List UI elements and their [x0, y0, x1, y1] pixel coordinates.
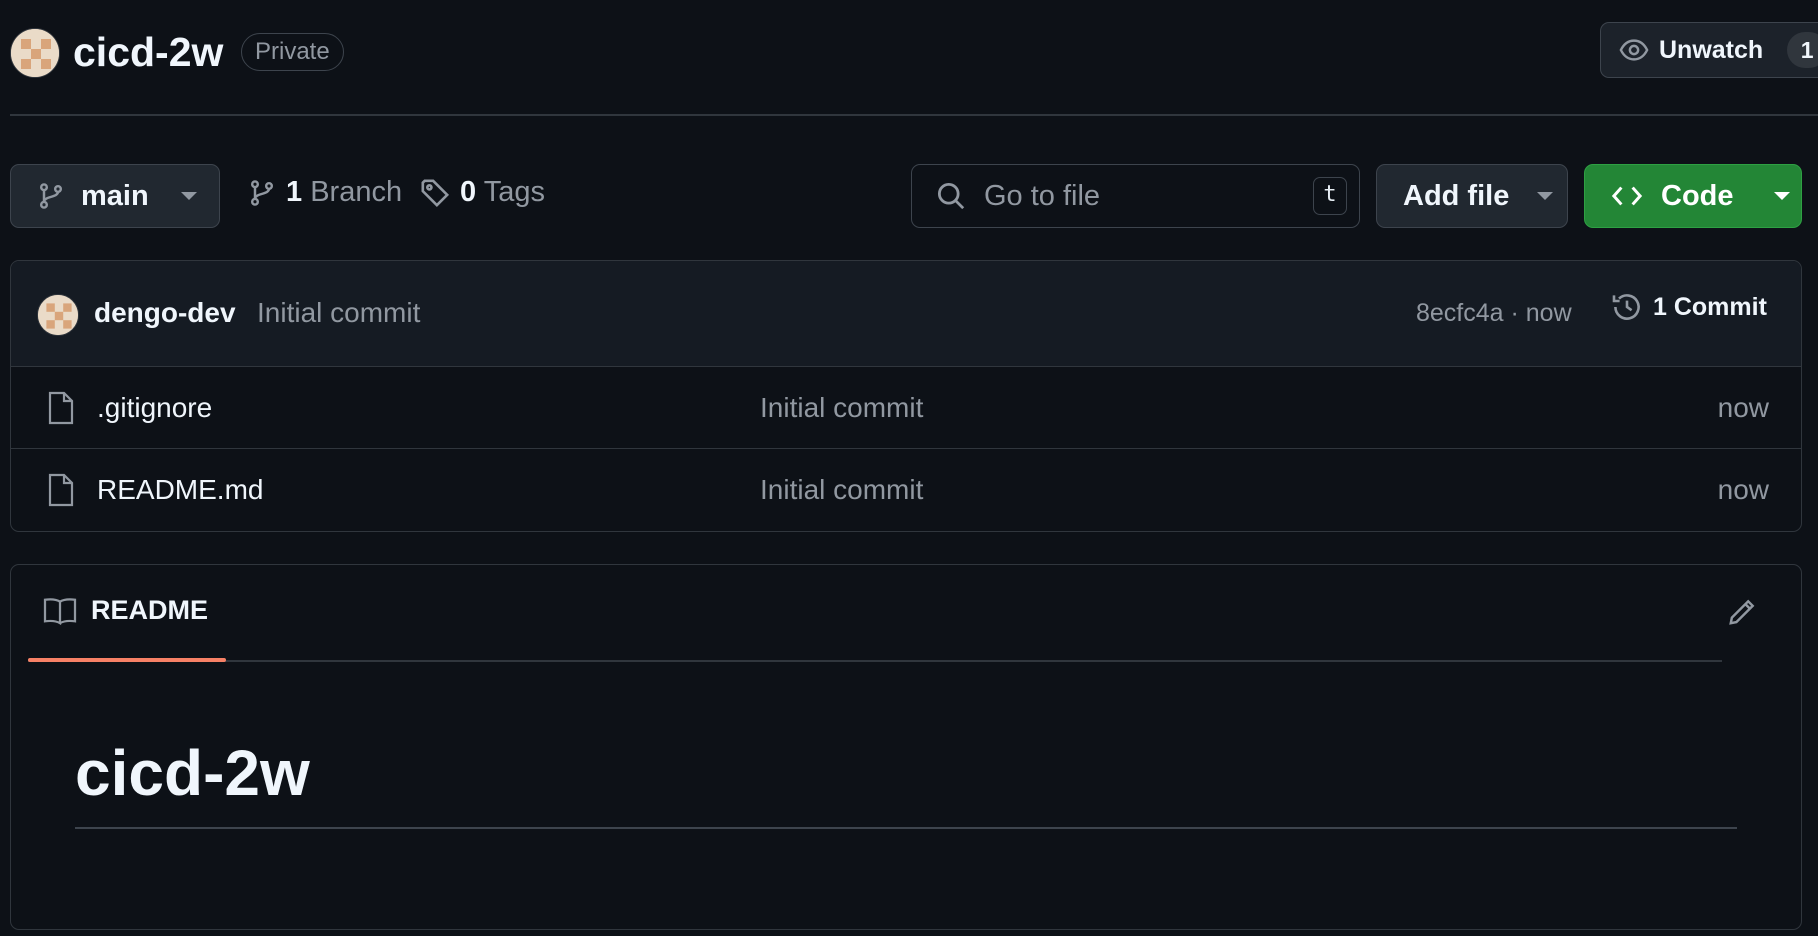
- file-age: now: [1717, 391, 1769, 423]
- unwatch-label: Unwatch: [1659, 35, 1764, 64]
- chevron-down-icon: [180, 192, 197, 200]
- commit-count-label: 1 Commit: [1653, 292, 1767, 321]
- readme-panel: README cicd-2w: [10, 564, 1802, 930]
- readme-tab[interactable]: README: [43, 595, 208, 626]
- tab-divider: [28, 660, 1722, 662]
- file-age: now: [1717, 474, 1769, 505]
- add-file-label: Add file: [1403, 179, 1510, 212]
- code-label: Code: [1661, 179, 1734, 212]
- code-button[interactable]: Code: [1584, 164, 1802, 228]
- pencil-icon[interactable]: [1727, 597, 1757, 627]
- file-name[interactable]: .gitignore: [97, 392, 212, 424]
- branch-selector-button[interactable]: main: [10, 164, 220, 228]
- add-file-button[interactable]: Add file: [1376, 164, 1568, 228]
- file-commit-message[interactable]: Initial commit: [760, 392, 923, 424]
- unwatch-button[interactable]: Unwatch 1: [1600, 22, 1818, 78]
- book-icon: [43, 596, 77, 626]
- file-icon: [47, 473, 75, 507]
- commit-history-link[interactable]: 1 Commit: [1611, 291, 1767, 323]
- identicon: [11, 29, 59, 77]
- chevron-down-icon: [1537, 192, 1554, 200]
- commit-author[interactable]: dengo-dev: [94, 297, 236, 329]
- watch-count: 1: [1787, 32, 1818, 68]
- visibility-badge: Private: [241, 33, 344, 71]
- heading-rule: [75, 827, 1737, 829]
- branch-word: Branch: [310, 176, 403, 208]
- commit-message[interactable]: Initial commit: [257, 297, 420, 329]
- tag-icon: [420, 178, 450, 208]
- commit-author-avatar[interactable]: [37, 294, 79, 336]
- tags-link[interactable]: 0 Tags: [420, 176, 545, 209]
- file-name[interactable]: README.md: [97, 474, 263, 506]
- header-divider: [10, 114, 1818, 116]
- identicon: [38, 295, 78, 335]
- owner-avatar[interactable]: [10, 28, 60, 78]
- file-commit-message[interactable]: Initial commit: [760, 474, 923, 506]
- latest-commit-bar: dengo-dev Initial commit 8ecfc4a · now 1…: [11, 261, 1801, 367]
- go-to-file-input[interactable]: Go to file t: [911, 164, 1360, 228]
- file-row[interactable]: README.md Initial commit now: [11, 449, 1801, 531]
- file-listing: dengo-dev Initial commit 8ecfc4a · now 1…: [10, 260, 1802, 532]
- tag-count: 0: [460, 176, 477, 208]
- branches-link[interactable]: 1 Branch: [248, 176, 402, 209]
- repo-name[interactable]: cicd-2w: [73, 24, 223, 80]
- keyboard-shortcut-hint: t: [1313, 177, 1347, 215]
- commit-hash-time[interactable]: 8ecfc4a · now: [1416, 299, 1572, 328]
- chevron-down-icon: [1773, 192, 1790, 200]
- git-branch-icon: [248, 178, 276, 208]
- search-placeholder: Go to file: [984, 179, 1101, 212]
- code-icon: [1611, 181, 1643, 211]
- tag-word: Tags: [483, 176, 545, 208]
- branch-label: main: [81, 179, 149, 212]
- file-icon: [47, 391, 75, 425]
- readme-tab-label: README: [91, 595, 209, 625]
- active-tab-indicator: [28, 658, 226, 662]
- eye-icon: [1619, 35, 1649, 65]
- git-branch-icon: [37, 181, 65, 211]
- file-row[interactable]: .gitignore Initial commit now: [11, 367, 1801, 449]
- search-icon: [936, 181, 966, 211]
- branch-count: 1: [286, 176, 303, 208]
- readme-heading: cicd-2w: [75, 737, 310, 809]
- history-icon: [1611, 291, 1643, 323]
